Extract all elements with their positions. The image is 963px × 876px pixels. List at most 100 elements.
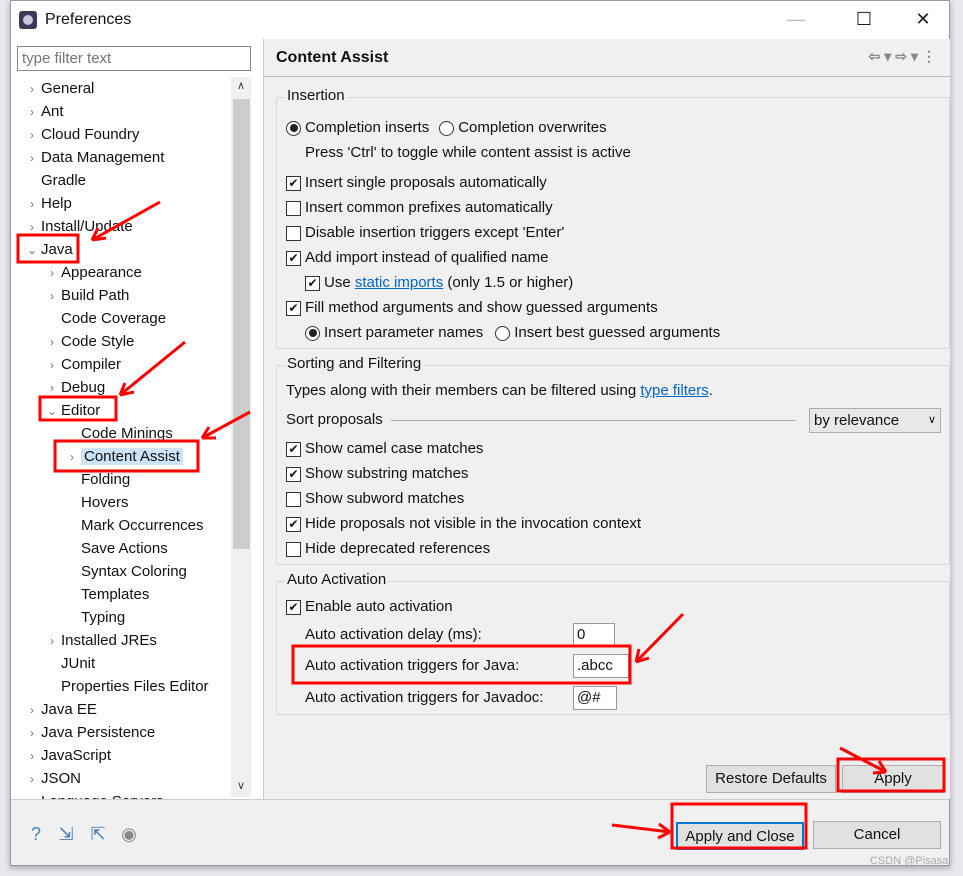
chevron-right-icon[interactable]: ›: [23, 722, 41, 745]
tree-item[interactable]: › General: [11, 77, 231, 100]
chevron-right-icon[interactable]: ›: [23, 78, 41, 101]
filter-input[interactable]: [17, 46, 251, 71]
chevron-right-icon[interactable]: ›: [63, 446, 81, 469]
chevron-right-icon[interactable]: ›: [23, 101, 41, 124]
chevron-right-icon[interactable]: ›: [23, 768, 41, 791]
chevron-right-icon[interactable]: ›: [43, 285, 61, 308]
scroll-thumb[interactable]: [233, 99, 250, 549]
radio-icon[interactable]: [305, 325, 320, 341]
chevron-right-icon[interactable]: ›: [43, 377, 61, 400]
tree-scrollbar[interactable]: ∧ ∨: [231, 77, 251, 797]
chevron-right-icon[interactable]: ›: [43, 262, 61, 285]
tree-item[interactable]: Code Minings: [11, 422, 231, 445]
type-filters-link[interactable]: type filters: [640, 380, 708, 402]
tree-item[interactable]: ⌄ Java: [11, 238, 231, 261]
chevron-right-icon[interactable]: ›: [23, 216, 41, 239]
tree-item[interactable]: ⌄ Editor: [11, 399, 231, 422]
option-checkbox[interactable]: ✔ Show substring matches: [286, 463, 468, 485]
completion-inserts-radio[interactable]: Completion inserts Completion overwrites: [286, 117, 607, 139]
checkbox-icon[interactable]: [286, 200, 301, 216]
maximize-button[interactable]: ☐: [849, 9, 879, 30]
tree-item[interactable]: › Debug: [11, 376, 231, 399]
option-checkbox[interactable]: ✔ Add import instead of qualified name: [286, 247, 548, 269]
tree-item[interactable]: Syntax Coloring: [11, 560, 231, 583]
option-checkbox[interactable]: ✔ Hide proposals not visible in the invoc…: [286, 513, 641, 535]
checkbox-icon[interactable]: ✔: [286, 516, 301, 532]
static-imports-link[interactable]: static imports: [355, 272, 443, 294]
tree-item[interactable]: › Data Management: [11, 146, 231, 169]
tree-item[interactable]: › Install/Update: [11, 215, 231, 238]
checkbox-icon[interactable]: [286, 491, 301, 507]
tree-item[interactable]: › Content Assist: [11, 445, 231, 468]
tree-item[interactable]: Gradle: [11, 169, 231, 192]
record-icon[interactable]: ◉: [118, 824, 140, 846]
delay-input[interactable]: 0: [573, 623, 615, 647]
chevron-right-icon[interactable]: ›: [23, 745, 41, 768]
chevron-right-icon[interactable]: ›: [43, 630, 61, 653]
tree-item[interactable]: Typing: [11, 606, 231, 629]
chevron-right-icon[interactable]: ›: [43, 331, 61, 354]
tree-item[interactable]: › JSON: [11, 767, 231, 790]
completion-overwrites-radio[interactable]: [439, 120, 455, 136]
help-icon[interactable]: ?: [25, 824, 47, 846]
option-checkbox[interactable]: Disable insertion triggers except 'Enter…: [286, 222, 564, 244]
checkbox-icon[interactable]: ✔: [305, 275, 320, 291]
chevron-right-icon[interactable]: ›: [23, 147, 41, 170]
tree-item[interactable]: Save Actions: [11, 537, 231, 560]
scroll-up-icon[interactable]: ∧: [231, 79, 251, 92]
radio-icon[interactable]: [286, 120, 301, 136]
tree-item[interactable]: › Build Path: [11, 284, 231, 307]
chevron-down-icon[interactable]: ⌄: [23, 239, 41, 262]
tree-item[interactable]: Mark Occurrences: [11, 514, 231, 537]
tree-item[interactable]: › Installed JREs: [11, 629, 231, 652]
tree-item[interactable]: Templates: [11, 583, 231, 606]
tree-item[interactable]: › JavaScript: [11, 744, 231, 767]
tree-item[interactable]: › Cloud Foundry: [11, 123, 231, 146]
chevron-right-icon[interactable]: ›: [23, 193, 41, 216]
tree-item[interactable]: › Help: [11, 192, 231, 215]
chevron-right-icon[interactable]: ›: [43, 354, 61, 377]
checkbox-icon[interactable]: ✔: [286, 300, 301, 316]
checkbox-icon[interactable]: [286, 225, 301, 241]
tree-item[interactable]: › Compiler: [11, 353, 231, 376]
restore-defaults-button[interactable]: Restore Defaults: [706, 765, 836, 793]
tree-item[interactable]: › Ant: [11, 100, 231, 123]
checkbox-icon[interactable]: ✔: [286, 175, 301, 191]
fill-arguments-checkbox[interactable]: ✔ Fill method arguments and show guessed …: [286, 297, 658, 319]
tree-item[interactable]: › Java EE: [11, 698, 231, 721]
checkbox-icon[interactable]: [286, 541, 301, 557]
checkbox-icon[interactable]: ✔: [286, 599, 301, 615]
checkbox-icon[interactable]: ✔: [286, 466, 301, 482]
checkbox-icon[interactable]: ✔: [286, 250, 301, 266]
import-icon[interactable]: ⇲: [55, 824, 77, 846]
tree-item[interactable]: Folding: [11, 468, 231, 491]
option-checkbox[interactable]: ✔ Insert single proposals automatically: [286, 172, 547, 194]
scroll-down-icon[interactable]: ∨: [231, 779, 251, 792]
tree-item[interactable]: › Java Persistence: [11, 721, 231, 744]
tree-item[interactable]: Properties Files Editor: [11, 675, 231, 698]
chevron-right-icon[interactable]: ›: [23, 699, 41, 722]
checkbox-icon[interactable]: ✔: [286, 441, 301, 457]
option-checkbox[interactable]: ✔ Show camel case matches: [286, 438, 483, 460]
apply-button[interactable]: Apply: [842, 765, 944, 793]
option-checkbox[interactable]: Insert common prefixes automatically: [286, 197, 553, 219]
java-triggers-input[interactable]: .abcc: [573, 654, 629, 678]
best-guessed-radio[interactable]: [495, 325, 511, 341]
option-checkbox[interactable]: Show subword matches: [286, 488, 464, 510]
export-icon[interactable]: ⇱: [87, 824, 109, 846]
javadoc-triggers-input[interactable]: @#: [573, 686, 617, 710]
tree-item[interactable]: Code Coverage: [11, 307, 231, 330]
chevron-down-icon[interactable]: ⌄: [43, 400, 61, 423]
apply-and-close-button[interactable]: Apply and Close: [676, 822, 804, 850]
close-button[interactable]: ✕: [908, 9, 938, 30]
cancel-button[interactable]: Cancel: [813, 821, 941, 849]
tree-item[interactable]: JUnit: [11, 652, 231, 675]
enable-auto-activation-checkbox[interactable]: ✔ Enable auto activation: [286, 596, 453, 618]
tree-item[interactable]: › Code Style: [11, 330, 231, 353]
chevron-right-icon[interactable]: ›: [23, 124, 41, 147]
parameter-names-radio[interactable]: Insert parameter names Insert best guess…: [305, 322, 720, 344]
sort-proposals-select[interactable]: by relevance ∨: [809, 408, 941, 433]
tree-item[interactable]: › Appearance: [11, 261, 231, 284]
navigation-arrows-icon[interactable]: ⇦▾⇨▾⋮: [868, 48, 940, 65]
use-static-imports-checkbox[interactable]: ✔ Use static imports (only 1.5 or higher): [305, 272, 573, 294]
